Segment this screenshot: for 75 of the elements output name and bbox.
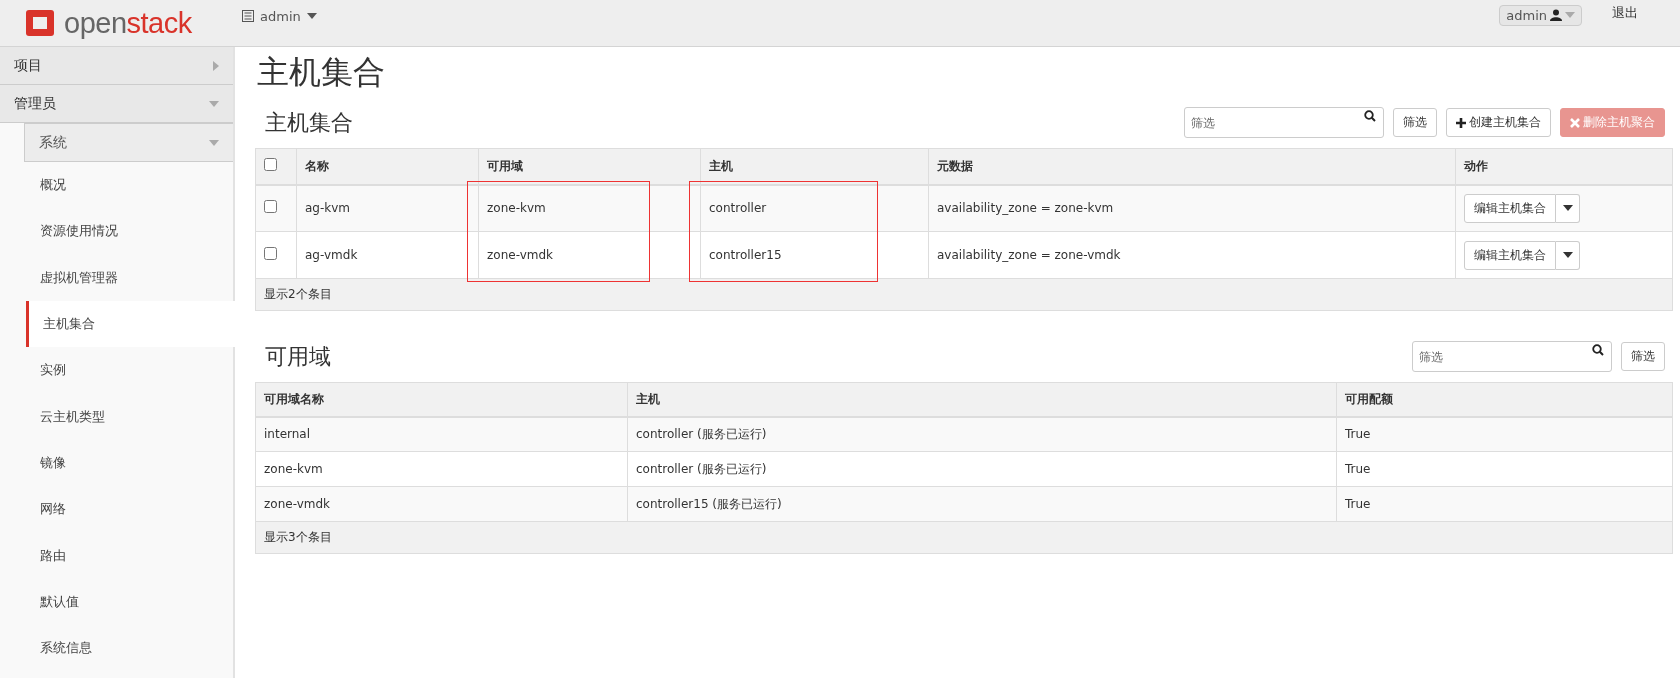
table-cell: internal xyxy=(255,416,628,452)
nav-group-label: 管理员 xyxy=(14,94,56,113)
section-title: 主机集合 xyxy=(265,109,353,137)
search-icon xyxy=(1364,110,1376,122)
list-icon xyxy=(242,10,254,22)
nav-item[interactable]: 默认值 xyxy=(0,578,233,625)
table-cell: controller15 (服务已运行) xyxy=(627,486,1337,522)
project-menu[interactable]: admin xyxy=(242,8,317,24)
table-cell: True xyxy=(1336,416,1673,452)
table-cell: availability_zone = zone-kvm xyxy=(928,184,1456,232)
table-cell: controller (服务已运行) xyxy=(627,451,1337,487)
table-cell: zone-kvm xyxy=(255,451,628,487)
caret-icon xyxy=(209,139,219,146)
filter-button[interactable]: 筛选 xyxy=(1393,108,1437,137)
logout-link[interactable]: 退出 xyxy=(1612,4,1638,22)
nav-item[interactable]: 云主机类型 xyxy=(0,393,233,440)
dropdown-button[interactable] xyxy=(1556,240,1580,270)
column-header: 可用域名称 xyxy=(255,382,628,417)
nav-group-label: 项目 xyxy=(14,56,42,75)
caret-icon xyxy=(1565,12,1575,18)
table-cell: True xyxy=(1336,486,1673,522)
table-cell: ag-vmdk xyxy=(296,231,479,279)
table-footer: 显示2个条目 xyxy=(255,278,1673,311)
column-header: 主机 xyxy=(700,148,929,185)
edit-button[interactable]: 编辑主机集合 xyxy=(1464,193,1556,223)
table-cell: zone-vmdk xyxy=(255,486,628,522)
nav-group-label: 系统 xyxy=(39,133,67,152)
table-cell: zone-vmdk xyxy=(478,231,701,279)
filter-field[interactable]: 筛选 xyxy=(1412,341,1612,372)
table-cell: controller15 xyxy=(700,231,929,279)
nav-group[interactable]: 管理员 xyxy=(0,85,233,123)
nav-item[interactable]: 主机集合 xyxy=(26,300,235,348)
table-cell: ag-kvm xyxy=(296,184,479,232)
cross-icon xyxy=(1570,117,1580,128)
nav-group[interactable]: 系统 xyxy=(24,123,233,162)
edit-button[interactable]: 编辑主机集合 xyxy=(1464,240,1556,270)
search-icon xyxy=(1592,344,1604,356)
caret-icon xyxy=(209,100,219,107)
caret-icon xyxy=(1562,205,1573,212)
page-title: 主机集合 xyxy=(257,52,386,93)
filter-button[interactable]: 筛选 xyxy=(1621,342,1665,371)
row-checkbox[interactable] xyxy=(264,247,277,260)
column-header: 元数据 xyxy=(928,148,1456,185)
nav-item[interactable]: 概况 xyxy=(0,162,233,209)
plus-icon xyxy=(1456,117,1466,128)
select-all-checkbox[interactable] xyxy=(264,158,277,172)
table-cell: True xyxy=(1336,451,1673,487)
caret-icon xyxy=(1562,252,1573,258)
row-checkbox[interactable] xyxy=(264,200,277,214)
caret-icon xyxy=(213,60,219,71)
nav-item[interactable]: 系统信息 xyxy=(0,624,233,672)
column-header: 主机 xyxy=(627,382,1337,417)
column-header: 可用域 xyxy=(478,148,701,185)
nav-item[interactable]: 资源使用情况 xyxy=(0,208,233,255)
column-header: 动作 xyxy=(1455,148,1673,185)
column-header: 名称 xyxy=(296,148,479,185)
logo-icon xyxy=(24,7,56,39)
logo-text: openstack xyxy=(64,6,192,40)
table-cell: controller (服务已运行) xyxy=(627,416,1337,452)
dropdown-button[interactable] xyxy=(1556,193,1580,223)
nav-group[interactable]: 项目 xyxy=(0,47,233,85)
nav-item[interactable]: 实例 xyxy=(0,347,233,394)
nav-item[interactable]: 虚拟机管理器 xyxy=(0,254,233,301)
user-icon xyxy=(1550,9,1562,21)
table-cell: availability_zone = zone-vmdk xyxy=(928,231,1456,279)
table-footer: 显示3个条目 xyxy=(255,521,1673,554)
caret-icon xyxy=(306,13,317,19)
filter-field[interactable]: 筛选 xyxy=(1184,107,1384,138)
column-header: 可用配额 xyxy=(1336,382,1673,417)
nav-item[interactable]: 网络 xyxy=(0,486,233,533)
create-button[interactable]: 创建主机集合 xyxy=(1446,108,1551,137)
section-title: 可用域 xyxy=(265,343,331,371)
nav-item[interactable]: 镜像 xyxy=(0,439,233,487)
user-menu[interactable]: admin xyxy=(1499,4,1582,26)
nav-item[interactable]: 路由 xyxy=(0,532,233,579)
